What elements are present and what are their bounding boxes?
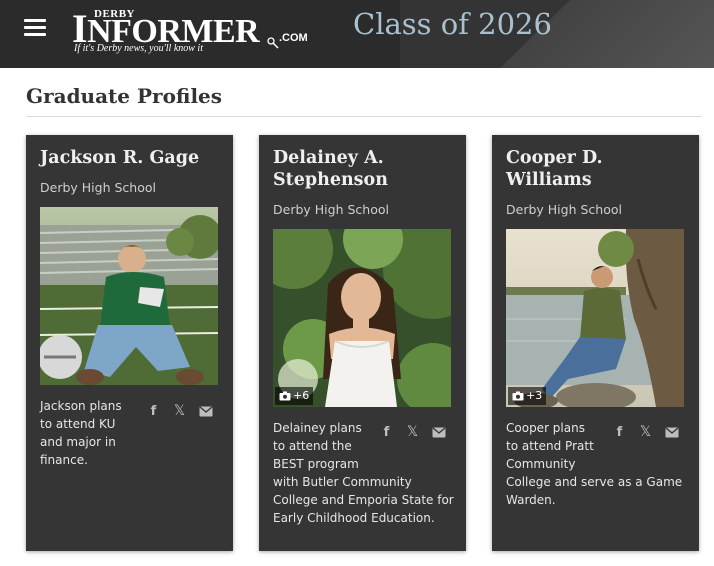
profile-name[interactable]: Jackson R. Gage: [40, 147, 220, 169]
profile-photo[interactable]: [40, 207, 218, 385]
share-buttons: f 𝕏: [379, 424, 446, 440]
x-icon[interactable]: 𝕏: [638, 424, 653, 440]
mouse-cursor-logo-icon: [267, 37, 279, 49]
share-buttons: f 𝕏: [146, 403, 213, 419]
section-title: Graduate Profiles: [26, 84, 223, 108]
site-logo[interactable]: DERBY INFORMER .COM If it's Derby news, …: [72, 8, 312, 58]
camera-icon: [279, 391, 291, 401]
profile-school: Derby High School: [40, 180, 156, 195]
x-icon[interactable]: 𝕏: [405, 424, 420, 440]
email-icon[interactable]: [664, 425, 679, 439]
photo-count-badge[interactable]: +3: [508, 387, 547, 405]
email-icon[interactable]: [198, 404, 213, 418]
profile-name[interactable]: Cooper D. Williams: [506, 147, 686, 191]
profile-name[interactable]: Delainey A. Stephenson: [273, 147, 453, 191]
camera-icon: [512, 391, 524, 401]
section-divider: [26, 116, 702, 117]
profile-card[interactable]: Delainey A. Stephenson Derby High School…: [259, 135, 466, 551]
facebook-icon[interactable]: f: [379, 425, 394, 440]
email-icon[interactable]: [431, 425, 446, 439]
hamburger-menu-icon[interactable]: [24, 19, 46, 37]
profile-card[interactable]: Jackson R. Gage Derby High School Jackso…: [26, 135, 233, 551]
x-icon[interactable]: 𝕏: [172, 403, 187, 419]
facebook-icon[interactable]: f: [612, 425, 627, 440]
profile-school: Derby High School: [273, 202, 389, 217]
photo-count-badge[interactable]: +6: [275, 387, 314, 405]
profile-description: Jackson plans to attend KU and major in …: [40, 399, 122, 467]
profile-photo[interactable]: +6: [273, 229, 451, 407]
profile-school: Derby High School: [506, 202, 622, 217]
profile-photo[interactable]: +3: [506, 229, 684, 407]
facebook-icon[interactable]: f: [146, 404, 161, 419]
class-title: Class of 2026: [353, 7, 552, 41]
share-buttons: f 𝕏: [612, 424, 679, 440]
site-header: DERBY INFORMER .COM If it's Derby news, …: [0, 0, 714, 68]
profile-card[interactable]: Cooper D. Williams Derby High School +3 …: [492, 135, 699, 551]
